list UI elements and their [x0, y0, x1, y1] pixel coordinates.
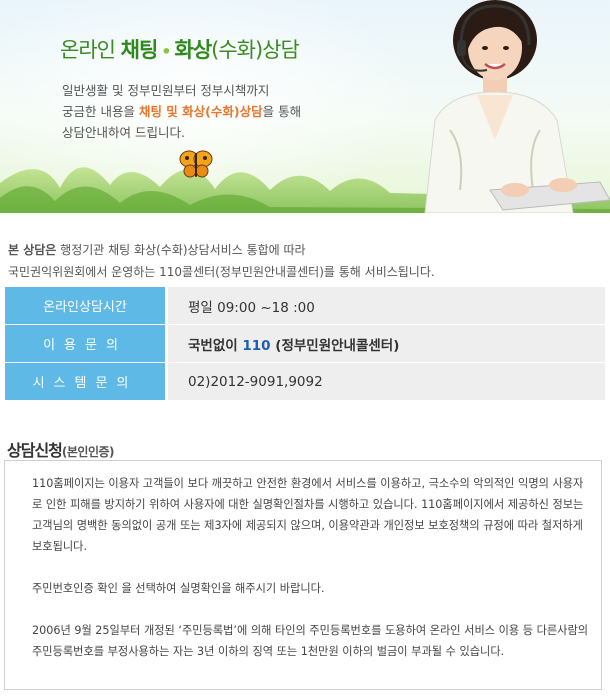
notice-paragraph: 2006년 9월 25일부터 개정된 ‘주민등록법’에 의해 타인의 주민등록번…	[32, 624, 589, 658]
butterfly-icon	[179, 150, 213, 178]
info-table: 온라인상담시간 평일 09:00 ~18 :00 이용문의 국번없이 110 (…	[5, 287, 605, 401]
system-inquiry-label: 시스템문의	[5, 362, 168, 401]
table-row: 이용문의 국번없이 110 (정부민원안내콜센터)	[5, 324, 605, 363]
intro-text: 본 상담은 행정기관 채팅 화상(수화)상담서비스 통합에 따라 국민권익위원회…	[8, 243, 435, 279]
notice-paragraph: 주민번호인증 확인 을 선택하여 실명확인을 해주시기 바랍니다.	[32, 582, 325, 595]
table-row: 시스템문의 02)2012-9091,9092	[5, 362, 605, 401]
notice-box: 110홈페이지는 이용자 고객들이 보다 깨끗하고 안전한 환경에서 서비스를 …	[4, 460, 602, 690]
hours-label: 온라인상담시간	[5, 287, 168, 325]
hours-value: 평일 09:00 ~18 :00	[166, 287, 605, 325]
table-row: 온라인상담시간 평일 09:00 ~18 :00	[5, 287, 605, 325]
inquiry-value: 국번없이 110 (정부민원안내콜센터)	[166, 324, 605, 363]
banner-description: 일반생활 및 정부민원부터 정부시책까지 궁금한 내용을 채팅 및 화상(수화)…	[62, 83, 302, 140]
inquiry-label: 이용문의	[5, 324, 168, 363]
agent-illustration	[424, 0, 610, 213]
system-inquiry-value: 02)2012-9091,9092	[166, 362, 605, 401]
section-title: 상담신청(본인인증)	[7, 441, 115, 460]
notice-paragraph: 110홈페이지는 이용자 고객들이 보다 깨끗하고 안전한 환경에서 서비스를 …	[32, 477, 584, 553]
banner-title: 온라인 채팅 • 화상(수화)상담	[60, 38, 300, 62]
hero-banner: 온라인 채팅 • 화상(수화)상담 일반생활 및 정부민원부터 정부시책까지 궁금한…	[0, 0, 610, 213]
